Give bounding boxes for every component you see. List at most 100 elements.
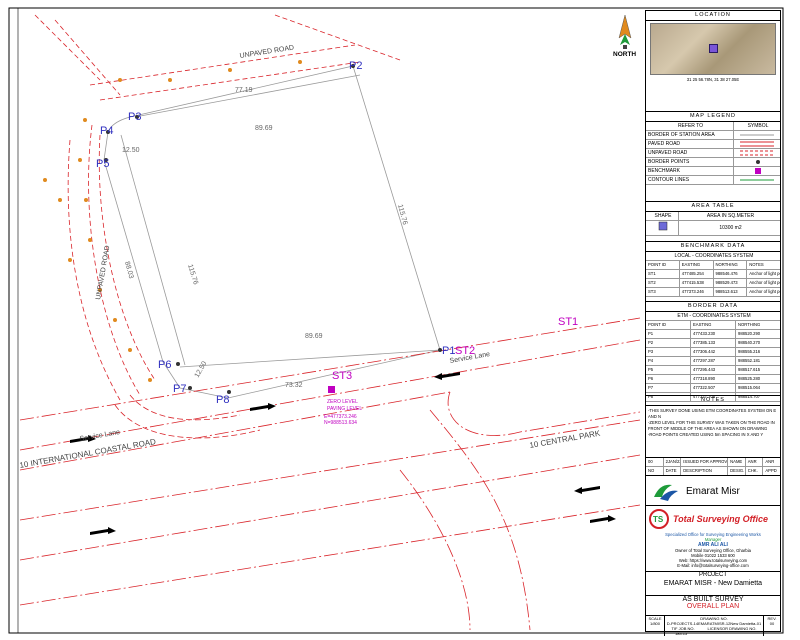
- rev-header: APPD: [762, 467, 780, 475]
- road-label-coastal: 10 INTERNATIONAL COASTAL ROAD: [19, 437, 157, 470]
- paved-roads: [19, 317, 641, 631]
- road-label-unpaved-left: UNPAVED ROAD: [95, 245, 111, 300]
- table-row: ST2 477415.538 988529.473 Anchor of light p…: [646, 279, 780, 288]
- company-name: Total Surveying Office: [673, 514, 769, 524]
- rev-cell: 2JAN/22: [662, 458, 680, 466]
- legend-item-points: BORDER POINTS: [648, 159, 690, 165]
- legend-item-contour: CONTOUR LINES: [648, 177, 690, 183]
- table-row: P5 477295.443 988517.615: [646, 366, 780, 375]
- table-row: P6 477318.890 988525.280: [646, 375, 780, 384]
- legend-title: MAP LEGEND: [646, 112, 780, 122]
- project-name: EMARAT MISR - New Damietta: [663, 580, 763, 587]
- area-value: 10300 m2: [678, 221, 780, 235]
- table-row: P1 477433.230 988520.290: [646, 330, 780, 339]
- legend-item-paved: PAVED ROAD: [648, 141, 681, 147]
- table-row: ST3 477373.246 988513.613 Anchor of light p…: [646, 288, 780, 297]
- rev-header: DESIG.: [727, 467, 745, 475]
- client-name: Emarat Misr: [686, 485, 740, 497]
- note-line: -ROAD POINTS CREATED USING 5m SPACING IN…: [648, 432, 764, 437]
- area-title: AREA TABLE: [646, 202, 780, 212]
- location-title: LOCATION: [646, 11, 780, 21]
- company-logo-icon: TS: [649, 509, 669, 529]
- dim-left: 115.76: [186, 264, 199, 286]
- unpaved-road-left: [67, 124, 156, 401]
- border-cell: 988525.280: [735, 375, 780, 383]
- title-block: LOCATION 31 25 56.78N, 31 38 27.05E MAP …: [645, 10, 781, 636]
- border-cell: 477297.287: [690, 357, 735, 365]
- border-cell: 477295.443: [690, 366, 735, 374]
- north-label: NORTH: [613, 51, 636, 58]
- border-cell: 988520.290: [735, 330, 780, 338]
- dim-p4p5: 12.50: [122, 147, 140, 154]
- drawing-title-1: AS BUILT SURVEY: [682, 596, 744, 603]
- border-cell: 988517.615: [735, 366, 780, 374]
- drawing-title-2: OVERALL PLAN: [686, 603, 740, 610]
- legend-col-refer: REFER TO: [677, 123, 704, 129]
- legend-item-benchmark: BENCHMARK: [648, 168, 680, 174]
- table-row: P3 477306.442 988555.216: [646, 348, 780, 357]
- dim-left-outer: 88.03: [123, 261, 134, 280]
- revision-row: 00 2JAN/22 ISSUED FOR APPROVAL NAME ANR …: [646, 458, 780, 467]
- point-p5: P5: [96, 158, 109, 170]
- border-header-id: POINT ID: [648, 322, 667, 327]
- station-st3: ST3: [332, 370, 352, 382]
- company-email: E-Mail: info@totalsurveying-office.com: [677, 563, 749, 568]
- border-cell: 477318.890: [690, 375, 735, 383]
- rev-value: 00: [769, 621, 775, 626]
- bm-cell: ST2: [648, 280, 656, 285]
- point-p4: P4: [100, 125, 113, 137]
- dim-p6p7: 12.50: [194, 360, 209, 379]
- bm-cell: 477415.538: [678, 279, 713, 287]
- project-label: PROJECT: [698, 572, 727, 578]
- table-row: P7 477322.507 988515.064: [646, 384, 780, 393]
- zero-level-line2: PAVING LEVEL: [327, 406, 362, 412]
- benchmark-header-id: POINT ID: [648, 262, 667, 267]
- bm-cell: Anchor of light pole: [746, 288, 780, 296]
- table-row: P4 477297.287 988552.181: [646, 357, 780, 366]
- border-cell: 988552.181: [735, 357, 780, 365]
- border-cell: 988515.064: [735, 384, 780, 392]
- bm-cell: 477373.246: [678, 288, 713, 296]
- point-p7: P7: [173, 383, 186, 395]
- point-p1: P1: [442, 345, 455, 357]
- border-subtitle: ETM - COORDINATES SYSTEM: [677, 313, 751, 319]
- licensor-label: LICENSOR DRAWING NO.: [707, 626, 757, 631]
- legend-item-border: BORDER OF STATION AREA: [648, 132, 715, 138]
- rev-header: NO: [648, 468, 655, 473]
- zero-level-n: N=988513.634: [324, 420, 357, 426]
- border-points: P1 P2 P3 P4 P5 P6 P7 P8: [96, 60, 455, 406]
- border-cell: P7: [648, 385, 654, 390]
- border-cell: 988555.216: [735, 348, 780, 356]
- border-cell: P3: [648, 349, 654, 354]
- dim-bottom: 73.32: [285, 382, 303, 389]
- station-border: [103, 65, 441, 399]
- bm-cell: ST1: [648, 271, 656, 276]
- rev-cell: ANR: [762, 458, 780, 466]
- area-col-shape: SHAPE: [654, 213, 672, 219]
- bm-cell: ST3: [648, 289, 656, 294]
- note-line: -THIS SURVEY DONE USING ETM COORDINATES …: [648, 408, 777, 419]
- benchmark-title: BENCHMARK DATA: [646, 242, 780, 252]
- benchmark-marker: [328, 386, 335, 393]
- rev-header: CHK.: [744, 467, 763, 475]
- tree-symbols: [43, 60, 302, 382]
- bm-cell: 988546.476: [712, 270, 747, 278]
- station-st1: ST1: [558, 316, 578, 328]
- benchmark-header-northing: NORTHING: [712, 261, 747, 269]
- rev-cell: 00: [648, 459, 653, 464]
- point-p6: P6: [158, 359, 171, 371]
- road-label-service-lane-left: Service Lane: [79, 429, 121, 443]
- bm-cell: Anchor of light pole: [746, 279, 780, 287]
- table-row: P2 477385.133 988540.270: [646, 339, 780, 348]
- rev-cell: NAME: [727, 458, 745, 466]
- border-header-easting: EASTING: [690, 321, 735, 329]
- border-cell: P4: [648, 358, 654, 363]
- point-p2: P2: [349, 60, 362, 72]
- border-cell: P1: [648, 331, 654, 336]
- dim-bottom-inner: 89.69: [305, 333, 323, 340]
- legend-item-unpaved: UNPAVED ROAD: [648, 150, 688, 156]
- rev-cell: ANR: [744, 458, 763, 466]
- station-st2: ST2: [455, 345, 475, 357]
- border-cell: P2: [648, 340, 654, 345]
- border-cell: 477322.507: [690, 384, 735, 392]
